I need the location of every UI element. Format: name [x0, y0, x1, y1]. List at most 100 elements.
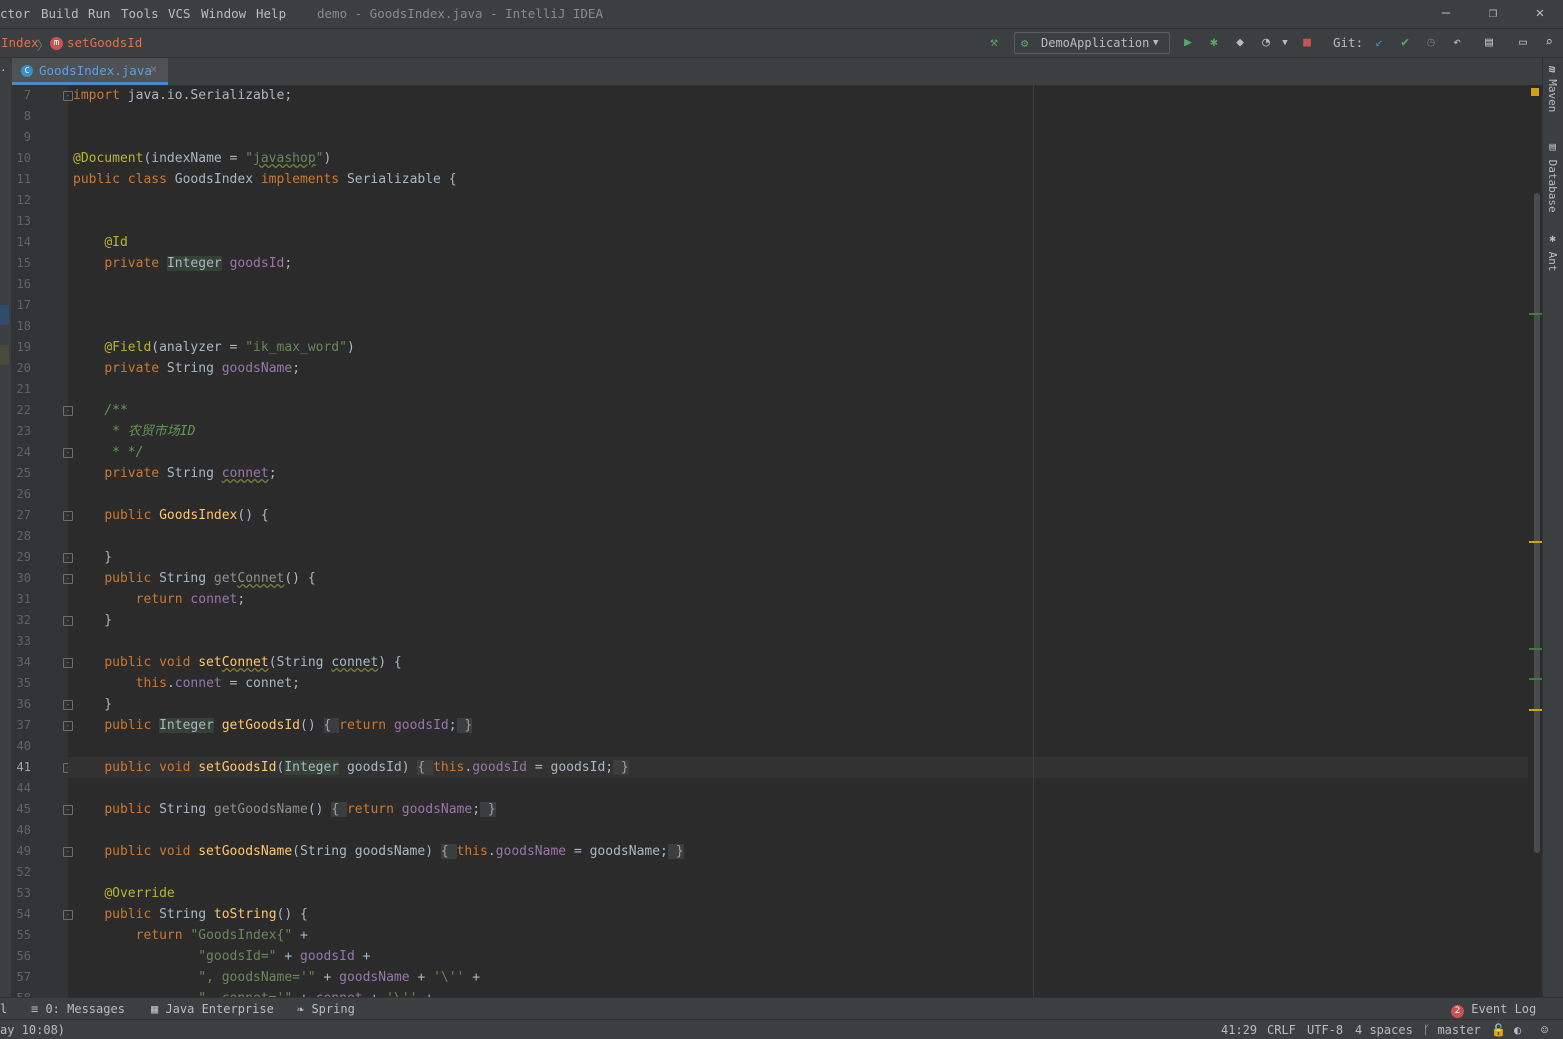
close-window-button[interactable]: ✕ [1530, 5, 1550, 21]
event-log-button[interactable]: 2 Event Log [1451, 1002, 1536, 1018]
restore-button[interactable]: ❐ [1483, 5, 1503, 21]
line-number: 52 [16, 865, 31, 879]
git-rollback-icon[interactable]: ↶ [1448, 34, 1466, 52]
code-line[interactable]: * */ [73, 442, 143, 463]
breadcrumb-class[interactable]: Index [1, 35, 39, 50]
database-tool-button[interactable]: ▤ Database [1546, 140, 1559, 213]
code-line[interactable]: public String toString() { [73, 904, 308, 925]
build-hammer-icon[interactable]: ⚒ [985, 34, 1003, 52]
code-line[interactable]: private String connet; [73, 463, 276, 484]
minimize-button[interactable]: — [1436, 5, 1456, 21]
run-icon[interactable]: ▶ [1179, 34, 1197, 52]
code-line[interactable]: import java.io.Serializable; [73, 85, 292, 106]
code-line[interactable]: public void setGoodsName(String goodsNam… [73, 841, 684, 862]
line-number: 32 [16, 613, 31, 627]
navigation-bar: Index 〉 m setGoodsId ⚒ ⚙ DemoApplication… [0, 29, 1563, 58]
code-line[interactable]: } [73, 547, 112, 568]
profile-dropdown-icon[interactable]: ▼ [1276, 34, 1294, 52]
code-line[interactable]: private String goodsName; [73, 358, 300, 379]
code-line[interactable]: public Integer getGoodsId() { return goo… [73, 715, 473, 736]
maven-tool-button[interactable]: m Maven [1546, 66, 1559, 112]
menu-vcs[interactable]: VCS [168, 6, 191, 21]
code-line[interactable]: } [73, 610, 112, 631]
code-line[interactable]: @Override [73, 883, 174, 904]
line-number-gutter: 7-8 9 10 11 12 13 14 15 16 17 18 19 20 21 22-23 24-25 26… [11, 85, 73, 1005]
code-line[interactable]: return connet; [73, 589, 246, 610]
line-separator[interactable]: CRLF [1267, 1023, 1296, 1037]
code-line[interactable]: public void setGoodsId(Integer goodsId) … [73, 757, 629, 778]
menu-tools[interactable]: Tools [121, 6, 159, 21]
database-icon: ▤ [1546, 140, 1559, 160]
code-line[interactable]: * 农贸市场ID [73, 421, 195, 442]
code-line[interactable]: private Integer goodsId; [73, 253, 292, 274]
change-marker[interactable] [1529, 313, 1542, 315]
git-history-clock-icon[interactable]: ◷ [1422, 34, 1440, 52]
menu-build[interactable]: Build [41, 6, 79, 21]
inspector-icon[interactable]: ☺ [1541, 1023, 1548, 1037]
menu-window[interactable]: Window [201, 6, 246, 21]
warning-marker[interactable] [1529, 541, 1542, 543]
debug-bug-icon[interactable]: ✱ [1205, 34, 1223, 52]
breadcrumb-method[interactable]: setGoodsId [67, 35, 142, 50]
project-structure-icon[interactable]: ▤ [1480, 34, 1498, 52]
line-number: 30 [16, 571, 31, 585]
presentation-icon[interactable]: ▭ [1514, 34, 1532, 52]
line-number: 25 [16, 466, 31, 480]
code-line[interactable]: this.connet = connet; [73, 673, 300, 694]
ant-tool-button[interactable]: ✱ Ant [1546, 232, 1559, 272]
coverage-shield-icon[interactable]: ◆ [1231, 34, 1249, 52]
event-log-badge: 2 [1451, 1005, 1464, 1018]
code-line[interactable]: /** [73, 400, 127, 421]
code-line[interactable]: public class GoodsIndex implements Seria… [73, 169, 457, 190]
code-line[interactable]: ", goodsName='" + goodsName + '\'' + [73, 967, 480, 988]
code-line[interactable]: public String getGoodsName() { return go… [73, 799, 496, 820]
stop-icon[interactable]: ■ [1298, 34, 1316, 52]
git-commit-check-icon[interactable]: ✔ [1396, 34, 1414, 52]
messages-tool-button[interactable]: ≡ 0: Messages [31, 1002, 125, 1016]
scrollbar-thumb[interactable] [1534, 193, 1540, 853]
file-encoding[interactable]: UTF-8 [1307, 1023, 1343, 1037]
code-line[interactable]: return "GoodsIndex{" + [73, 925, 308, 946]
indent-setting[interactable]: 4 spaces [1355, 1023, 1413, 1037]
run-config-select[interactable]: ⚙ DemoApplication ▼ [1014, 32, 1170, 54]
code-editor[interactable]: import java.io.Serializable; @Document(in… [68, 85, 1528, 1006]
line-number: 15 [16, 256, 31, 270]
code-line[interactable]: public GoodsIndex() { [73, 505, 268, 526]
java-enterprise-tool-button[interactable]: ▦ Java Enterprise [151, 1002, 274, 1016]
change-marker[interactable] [1529, 678, 1542, 680]
code-line[interactable]: @Id [73, 232, 127, 253]
lock-icon[interactable]: 🔓 [1491, 1023, 1506, 1037]
line-number: 45 [16, 802, 31, 816]
code-line[interactable]: "goodsId=" + goodsId + [73, 946, 370, 967]
memory-indicator-icon[interactable]: ◐ [1514, 1023, 1521, 1037]
line-number: 19 [16, 340, 31, 354]
code-line[interactable]: @Document(indexName = "javashop") [73, 148, 331, 169]
inspection-warning-icon[interactable] [1531, 88, 1539, 96]
close-tab-icon[interactable]: × [150, 62, 157, 76]
menu-run[interactable]: Run [88, 6, 111, 21]
git-branch[interactable]: ᚴ master [1423, 1023, 1481, 1037]
tab-scroll-icon[interactable]: · [0, 64, 7, 77]
profile-icon[interactable]: ◔ [1257, 34, 1275, 52]
editor-scrollbar[interactable] [1528, 85, 1542, 997]
spring-leaf-icon: ❧ [297, 1002, 312, 1016]
spring-tool-button[interactable]: ❧ Spring [297, 1002, 355, 1016]
code-line[interactable]: public void setConnet(String connet) { [73, 652, 401, 673]
search-icon[interactable]: ⌕ [1540, 34, 1558, 52]
change-marker[interactable] [1529, 648, 1542, 650]
left-strip-marker-2[interactable] [0, 345, 9, 365]
line-number: 12 [16, 193, 31, 207]
code-line[interactable]: } [73, 694, 112, 715]
menu-help[interactable]: Help [256, 6, 286, 21]
tool-window-cut[interactable]: l [0, 1002, 7, 1016]
status-message[interactable]: ay 10:08) [0, 1023, 65, 1037]
line-number: 57 [16, 970, 31, 984]
tab-goodsindex-java[interactable]: C GoodsIndex.java × [12, 58, 168, 85]
menu-refactor[interactable]: ctor [0, 6, 30, 21]
code-line[interactable]: public String getConnet() { [73, 568, 315, 589]
code-line[interactable]: @Field(analyzer = "ik_max_word") [73, 337, 354, 358]
git-update-icon[interactable]: ↙ [1370, 34, 1388, 52]
warning-marker[interactable] [1529, 709, 1542, 711]
caret-position[interactable]: 41:29 [1221, 1023, 1257, 1037]
left-strip-marker[interactable] [0, 305, 9, 325]
